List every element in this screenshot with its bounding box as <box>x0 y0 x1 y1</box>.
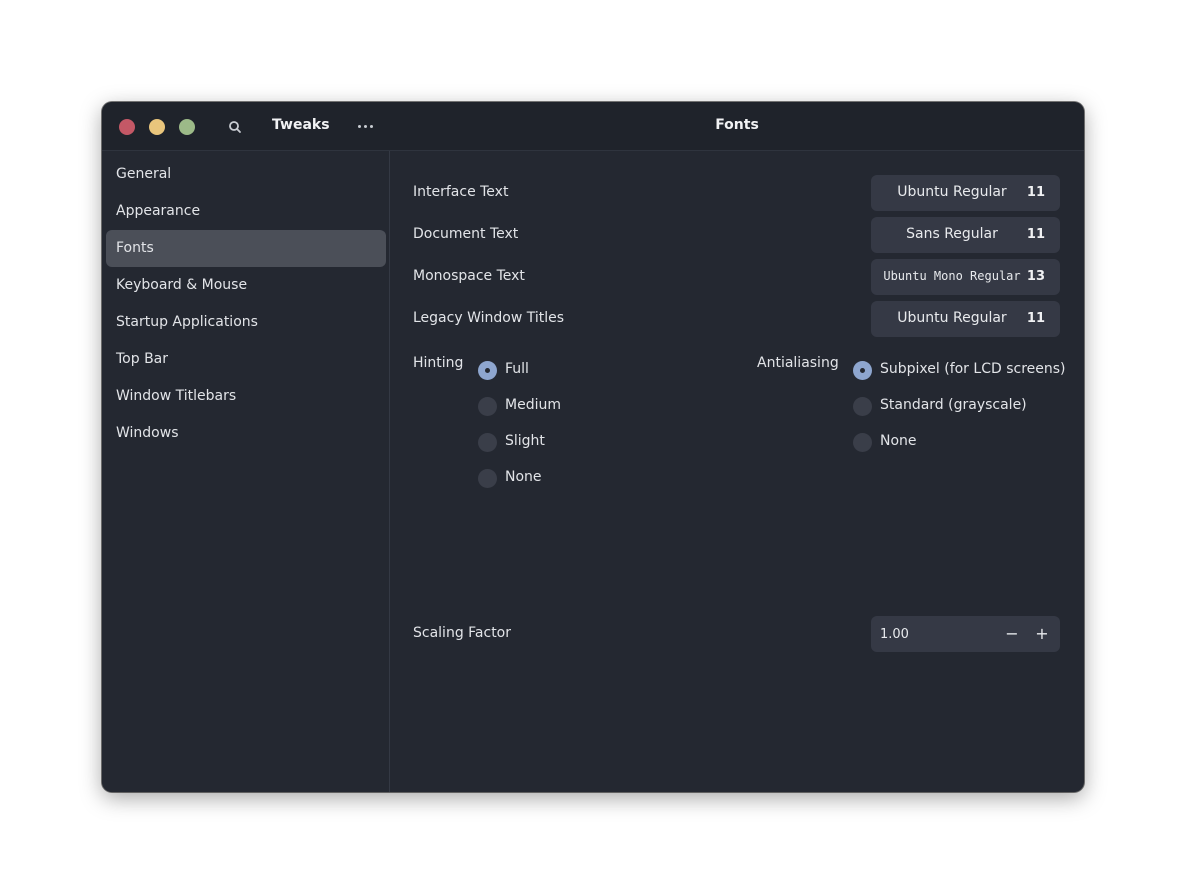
font-size: 13 <box>1026 269 1045 284</box>
hinting-none-radio[interactable] <box>478 469 497 488</box>
font-size: 11 <box>1026 185 1045 200</box>
hinting-slight-label: Slight <box>505 433 545 449</box>
font-size: 11 <box>1026 227 1045 242</box>
font-name: Sans Regular <box>906 226 998 242</box>
antialiasing-none-radio[interactable] <box>853 433 872 452</box>
close-icon[interactable] <box>119 119 135 135</box>
search-icon[interactable] <box>226 118 244 136</box>
app-title: Tweaks <box>272 117 330 133</box>
hinting-label: Hinting <box>413 355 464 371</box>
hinting-medium-label: Medium <box>505 397 561 413</box>
legacy-window-titles-label: Legacy Window Titles <box>413 310 565 326</box>
hinting-slight-radio[interactable] <box>478 433 497 452</box>
decrement-button[interactable]: − <box>1002 624 1022 644</box>
hinting-full-label: Full <box>505 361 529 377</box>
interface-text-font-button[interactable]: Ubuntu Regular 11 <box>871 175 1060 211</box>
hinting-none-label: None <box>505 469 542 485</box>
interface-text-label: Interface Text <box>413 184 509 200</box>
antialiasing-subpixel-radio[interactable] <box>853 361 872 380</box>
sidebar-item-windows[interactable]: Windows <box>106 415 386 452</box>
sidebar-item-startup-applications[interactable]: Startup Applications <box>106 304 386 341</box>
legacy-window-titles-font-button[interactable]: Ubuntu Regular 11 <box>871 301 1060 337</box>
fonts-panel: Interface Text Ubuntu Regular 11 Documen… <box>390 151 1084 792</box>
hinting-medium-radio[interactable] <box>478 397 497 416</box>
antialiasing-none-label: None <box>880 433 917 449</box>
hinting-full-radio[interactable] <box>478 361 497 380</box>
document-text-label: Document Text <box>413 226 519 242</box>
sidebar-item-top-bar[interactable]: Top Bar <box>106 341 386 378</box>
header-bar: Tweaks Fonts <box>102 102 1084 151</box>
font-name: Ubuntu Regular <box>897 310 1007 326</box>
increment-button[interactable]: + <box>1032 624 1052 644</box>
minimize-icon[interactable] <box>149 119 165 135</box>
antialiasing-subpixel-label: Subpixel (for LCD screens) <box>880 361 1066 377</box>
monospace-text-label: Monospace Text <box>413 268 525 284</box>
font-name: Ubuntu Regular <box>897 184 1007 200</box>
scaling-factor-spinbutton: − + <box>871 616 1060 652</box>
sidebar: General Appearance Fonts Keyboard & Mous… <box>102 151 390 792</box>
maximize-icon[interactable] <box>179 119 195 135</box>
sidebar-item-general[interactable]: General <box>106 156 386 193</box>
scaling-factor-input[interactable] <box>871 616 981 652</box>
sidebar-item-fonts[interactable]: Fonts <box>106 230 386 267</box>
antialiasing-standard-label: Standard (grayscale) <box>880 397 1027 413</box>
more-icon[interactable] <box>355 117 375 135</box>
monospace-text-font-button[interactable]: Ubuntu Mono Regular 13 <box>871 259 1060 295</box>
sidebar-item-keyboard-mouse[interactable]: Keyboard & Mouse <box>106 267 386 304</box>
sidebar-item-window-titlebars[interactable]: Window Titlebars <box>106 378 386 415</box>
antialiasing-standard-radio[interactable] <box>853 397 872 416</box>
sidebar-item-appearance[interactable]: Appearance <box>106 193 386 230</box>
tweaks-window: Tweaks Fonts General Appearance Fonts Ke… <box>102 102 1084 792</box>
font-size: 11 <box>1026 311 1045 326</box>
document-text-font-button[interactable]: Sans Regular 11 <box>871 217 1060 253</box>
page-title: Fonts <box>715 117 759 133</box>
scaling-factor-label: Scaling Factor <box>413 625 512 641</box>
font-name: Ubuntu Mono Regular <box>883 269 1021 283</box>
antialiasing-label: Antialiasing <box>757 355 839 371</box>
